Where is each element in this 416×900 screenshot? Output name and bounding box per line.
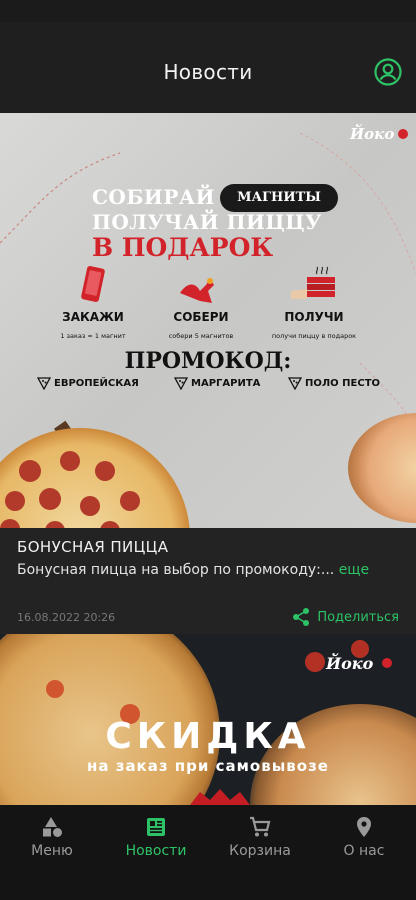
news-banner-magnets[interactable]: Йоко СОБИРАЙ МАГНИТЫ ПОЛУЧАЙ ПИЦЦУ В ПОД… [0, 113, 416, 528]
shapes-icon [43, 817, 62, 837]
banner-pill: МАГНИТЫ [220, 184, 338, 212]
banner-subheadline: на заказ при самовывозе [87, 757, 329, 775]
share-button[interactable]: Поделиться [291, 606, 399, 628]
news-date: 16.08.2022 20:26 [17, 611, 116, 624]
step-collect: СОБЕРИ собери 5 магнитов [146, 310, 256, 340]
promo-title: ПРОМОКОД: [124, 348, 292, 374]
bottom-navigation: Меню Новости Корзина О нас [0, 805, 416, 900]
news-icon [147, 818, 165, 836]
tab-cart[interactable]: Корзина [208, 815, 312, 859]
page-title: Новости [163, 60, 253, 84]
tab-label: О нас [343, 843, 385, 859]
pizza-slice-icon [287, 377, 303, 391]
brand-logo: Йоко [326, 654, 374, 673]
banner-headline-3: В ПОДАРОК [92, 233, 274, 262]
banner-headline-2: ПОЛУЧАЙ ПИЦЦУ [92, 210, 322, 234]
step-subtitle: собери 5 магнитов [168, 332, 234, 340]
pizza-slice-icon [36, 377, 52, 391]
location-pin-icon [357, 817, 371, 837]
status-bar [0, 0, 416, 22]
promo-code: ЕВРОПЕЙСКАЯ [36, 376, 139, 391]
tab-news[interactable]: Новости [104, 815, 208, 859]
news-banner-discount[interactable]: Йоко СКИДКА на заказ при самовывозе [0, 634, 416, 805]
promo-code: МАРГАРИТА [173, 376, 260, 391]
brand-mark-icon [398, 129, 408, 139]
step-title: ПОЛУЧИ [284, 310, 344, 324]
pizza-boxes-icon [291, 266, 335, 299]
tab-about[interactable]: О нас [312, 815, 416, 859]
banner-headline: СКИДКА [105, 716, 311, 757]
step-subtitle: 1 заказ = 1 магнит [60, 332, 126, 340]
share-icon [293, 608, 310, 626]
phone-icon [81, 266, 105, 302]
tab-label: Меню [31, 843, 73, 859]
banner-headline-1: СОБИРАЙ [92, 185, 216, 209]
cart-icon [250, 816, 271, 837]
news-item-info[interactable]: БОНУСНАЯ ПИЦЦА Бонусная пицца на выбор п… [0, 528, 416, 634]
news-text: Бонусная пицца на выбор по промокоду:...… [17, 562, 370, 578]
pizza-slice-icon [173, 377, 189, 391]
step-title: ЗАКАЖИ [62, 310, 124, 324]
brand-logo: Йоко [350, 125, 395, 143]
brand-mark-icon [382, 658, 392, 668]
step-subtitle: получи пиццу в подарок [271, 332, 357, 340]
tab-label: Новости [125, 843, 187, 859]
step-title: СОБЕРИ [173, 310, 229, 324]
promo-code: ПОЛО ПЕСТО [287, 376, 380, 391]
app-bar: Новости [0, 22, 416, 113]
rooster-magnet-icon [180, 278, 214, 303]
account-icon[interactable] [374, 58, 402, 86]
read-more-link[interactable]: еще [339, 562, 369, 578]
step-receive: ПОЛУЧИ получи пиццу в подарок [259, 310, 369, 340]
tab-label: Корзина [229, 843, 291, 859]
tab-menu[interactable]: Меню [0, 815, 104, 859]
news-title: БОНУСНАЯ ПИЦЦА [17, 538, 169, 556]
pepperoni-toppings [0, 451, 140, 528]
step-order: ЗАКАЖИ 1 заказ = 1 магнит [38, 310, 148, 340]
share-label: Поделиться [317, 609, 399, 625]
news-feed[interactable]: Йоко СОБИРАЙ МАГНИТЫ ПОЛУЧАЙ ПИЦЦУ В ПОД… [0, 113, 416, 805]
